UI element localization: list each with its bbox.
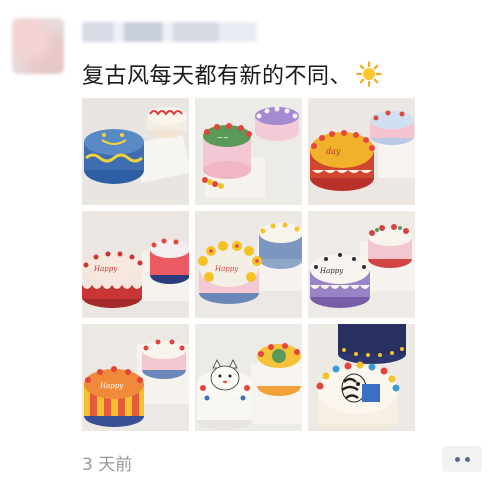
username-blurred[interactable] [82, 22, 257, 42]
photo-thumbnail[interactable] [82, 98, 189, 205]
svg-text:day: day [326, 147, 341, 156]
sun-icon [356, 61, 382, 87]
photo-thumbnail[interactable]: Happy [82, 211, 189, 318]
post-text-content: 复古风每天都有新的不同、 [82, 64, 353, 89]
post-text: 复古风每天都有新的不同、 [82, 58, 382, 90]
more-dot-icon [454, 456, 460, 462]
photo-thumbnail[interactable]: Happy [308, 211, 415, 318]
photo-thumbnail[interactable]: ~~ [195, 98, 302, 205]
post-timestamp: 3 天前 [82, 455, 133, 475]
svg-text:~~: ~~ [217, 134, 229, 142]
more-actions-button[interactable] [442, 446, 482, 472]
more-dot-icon [464, 456, 470, 462]
photo-thumbnail[interactable]: Happy [195, 211, 302, 318]
svg-text:Happy: Happy [99, 382, 124, 390]
svg-text:Happy: Happy [93, 265, 118, 273]
photo-thumbnail[interactable] [308, 324, 415, 431]
photo-grid: ~~ day Happy Happy Happy Happy [82, 98, 415, 431]
photo-thumbnail[interactable] [195, 324, 302, 431]
svg-text:Happy: Happy [214, 265, 239, 273]
avatar[interactable] [12, 18, 64, 74]
photo-thumbnail[interactable]: day [308, 98, 415, 205]
svg-text:Happy: Happy [319, 267, 344, 275]
photo-thumbnail[interactable]: Happy [82, 324, 189, 431]
